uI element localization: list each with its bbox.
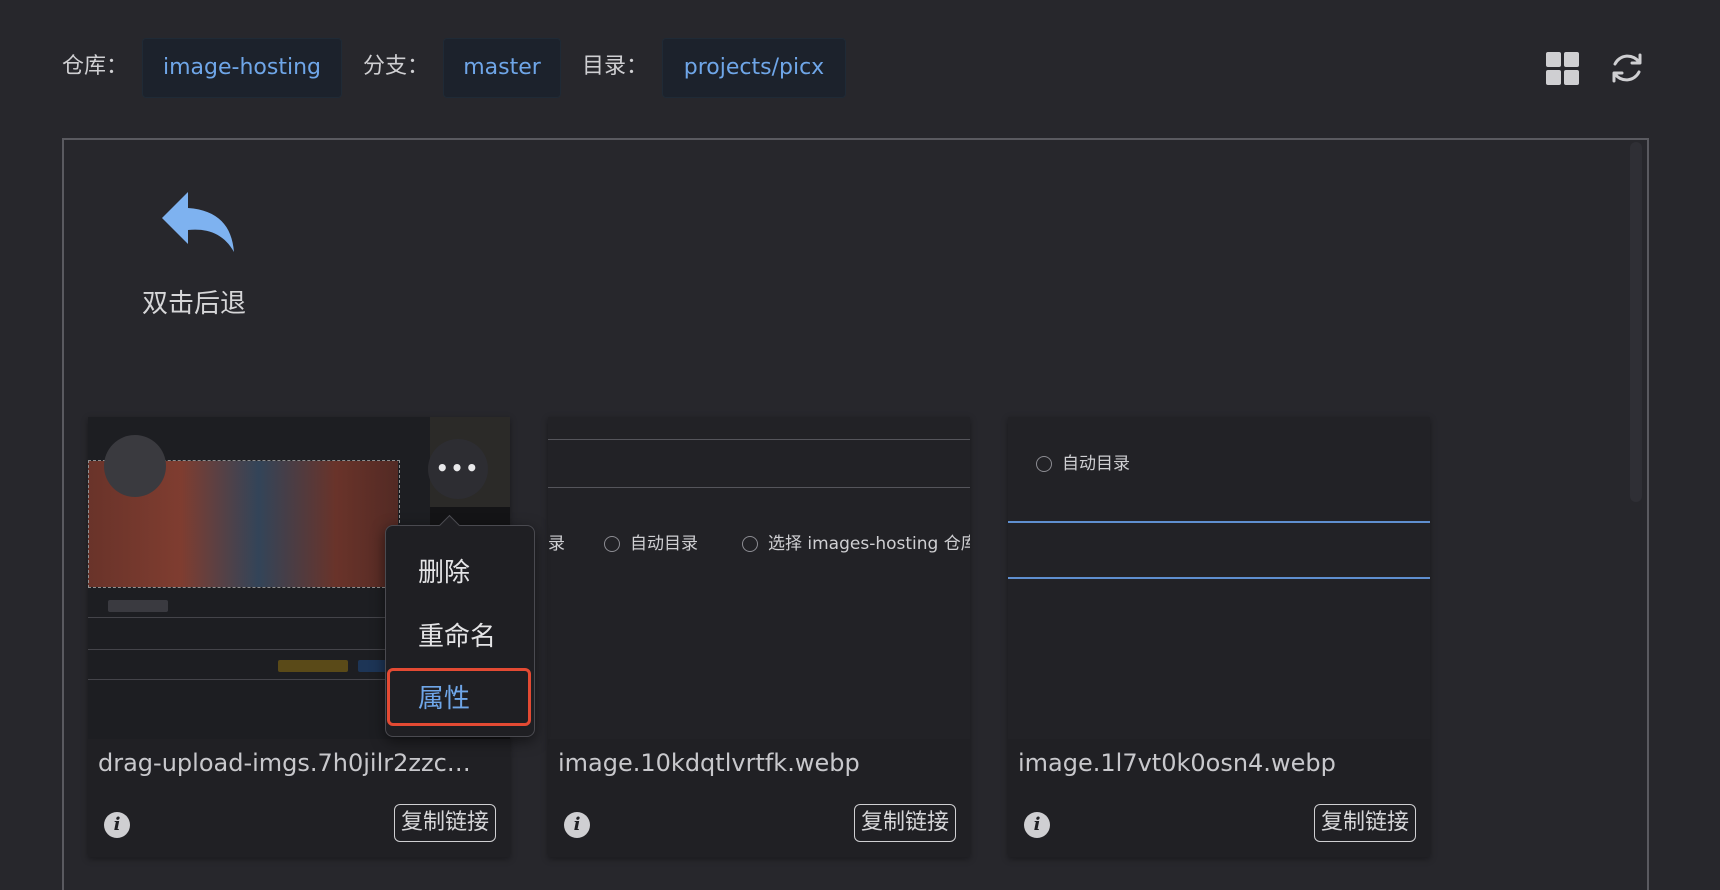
info-icon[interactable]: i [104, 812, 130, 838]
info-icon[interactable]: i [564, 812, 590, 838]
menu-item-rename[interactable]: 重命名 [418, 616, 496, 653]
copy-link-button[interactable]: 复制链接 [393, 804, 496, 842]
thumb-text: 自动目录 [1062, 454, 1130, 474]
context-menu: 删除 重命名 属性 [385, 525, 535, 737]
copy-link-button[interactable]: 复制链接 [853, 804, 956, 842]
image-card[interactable]: 录 自动目录 选择 images-hosting 仓库 image.10kdqt… [548, 417, 970, 857]
refresh-icon[interactable] [1607, 48, 1647, 88]
thumb-radio-text: 自动目录 [604, 529, 698, 554]
highlight-box [387, 668, 531, 726]
radio-icon [742, 536, 758, 552]
dir-selector[interactable]: projects/picx [662, 38, 846, 98]
info-icon[interactable]: i [1024, 812, 1050, 838]
repo-label: 仓库： [62, 54, 129, 79]
thumb-radio-text: 选择 images-hosting 仓库 [742, 529, 970, 554]
image-thumbnail[interactable]: 自动目录 [1008, 417, 1430, 739]
grid-view-icon[interactable] [1546, 52, 1580, 86]
dir-label: 目录： [582, 54, 649, 79]
image-card[interactable]: 自动目录 image.1l7vt0k0osn4.webp i 复制链接 [1008, 417, 1430, 857]
menu-item-delete[interactable]: 删除 [418, 552, 470, 589]
back-label: 双击后退 [142, 289, 247, 319]
image-filename: image.10kdqtlvrtfk.webp [558, 749, 860, 777]
thumb-text: 录 [548, 534, 565, 554]
branch-label: 分支： [363, 54, 430, 79]
radio-icon [604, 536, 620, 552]
more-options-button[interactable]: ••• [428, 439, 488, 499]
image-thumbnail[interactable]: 录 自动目录 选择 images-hosting 仓库 [548, 417, 970, 739]
back-arrow-icon [158, 190, 240, 260]
scrollbar[interactable] [1630, 142, 1642, 502]
copy-link-button[interactable]: 复制链接 [1313, 804, 1416, 842]
branch-selector[interactable]: master [443, 38, 561, 98]
toolbar: 仓库： image-hosting 分支： master 目录： project… [0, 0, 1720, 135]
image-filename: drag-upload-imgs.7h0jilr2zzc… [98, 749, 471, 777]
thumb-text: 选择 images-hosting 仓库 [768, 534, 970, 554]
image-filename: image.1l7vt0k0osn4.webp [1018, 749, 1336, 777]
thumb-text: 自动目录 [630, 534, 698, 554]
repo-selector[interactable]: image-hosting [142, 38, 342, 98]
radio-icon [1036, 456, 1052, 472]
thumb-radio-text: 自动目录 [1036, 449, 1130, 474]
